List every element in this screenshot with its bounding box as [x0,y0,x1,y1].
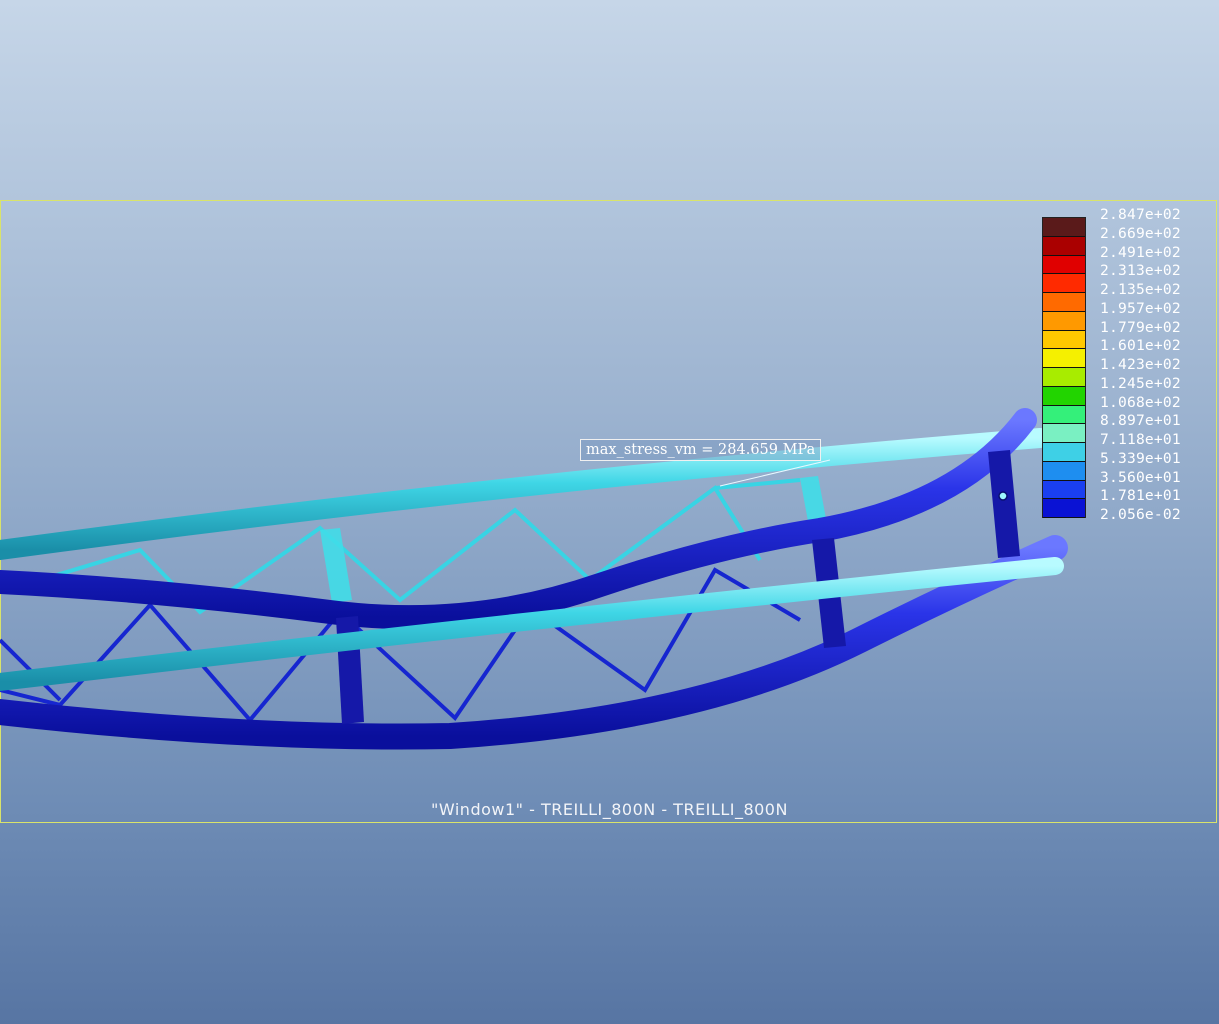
legend-label: 2.491e+02 [1100,243,1181,261]
legend-label: 7.118e+01 [1100,431,1181,448]
legend-label: 1.779e+02 [1100,318,1181,336]
legend-color-band [1043,274,1085,293]
legend-color-band [1043,424,1085,443]
legend-color-band [1043,330,1085,350]
window-caption: "Window1" - TREILLI_800N - TREILLI_800N [431,800,788,819]
legend-color-band [1043,349,1085,368]
legend-color-band [1043,236,1085,256]
legend-color-band [1043,405,1085,425]
max-stress-annotation[interactable]: max_stress_vm = 284.659 MPa [580,439,822,461]
stress-legend-labels: 2.847e+02 2.669e+02 2.491e+02 2.313e+02 … [1100,206,1210,525]
legend-label: 2.056e-02 [1100,506,1181,523]
legend-color-band [1043,218,1085,237]
legend-color-band [1043,480,1085,500]
legend-label: 2.135e+02 [1100,281,1181,298]
legend-color-band [1043,386,1085,406]
legend-label: 2.313e+02 [1100,262,1181,280]
legend-label: 8.897e+01 [1100,412,1181,430]
stress-legend-bar [1042,217,1086,518]
legend-color-band [1043,461,1085,481]
legend-color-band [1043,311,1085,331]
truss-model[interactable] [0,0,1219,1024]
legend-label: 1.245e+02 [1100,374,1181,392]
legend-label: 2.847e+02 [1100,206,1181,223]
legend-label: 1.781e+01 [1100,487,1181,505]
legend-label: 2.669e+02 [1100,224,1181,242]
legend-color-band [1043,255,1085,275]
legend-color-band [1043,368,1085,387]
legend-label: 3.560e+01 [1100,468,1181,486]
top-chord [0,428,1050,560]
end-fitting [998,491,1008,501]
legend-label: 1.423e+02 [1100,356,1181,373]
legend-color-band [1043,443,1085,462]
legend-color-band [1043,499,1085,518]
legend-label: 5.339e+01 [1100,449,1181,467]
legend-label: 1.957e+02 [1100,299,1181,317]
legend-color-band [1043,293,1085,312]
legend-label: 1.068e+02 [1100,393,1181,411]
legend-label: 1.601e+02 [1100,337,1181,355]
